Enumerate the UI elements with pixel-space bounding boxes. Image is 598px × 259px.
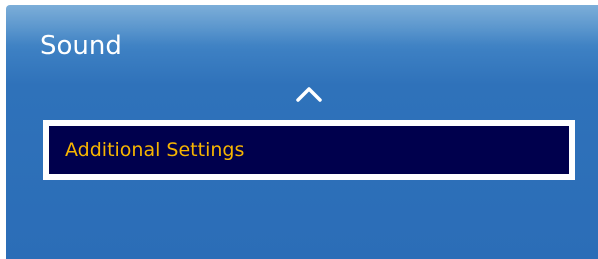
sound-menu-panel: Sound Additional Settings bbox=[6, 5, 598, 259]
menu-item-highlight: Additional Settings bbox=[49, 126, 569, 174]
menu-item-label: Additional Settings bbox=[65, 139, 245, 161]
menu-title: Sound bbox=[40, 31, 122, 61]
menu-item-additional-settings[interactable]: Additional Settings bbox=[43, 120, 575, 180]
chevron-up-icon[interactable] bbox=[294, 84, 324, 104]
